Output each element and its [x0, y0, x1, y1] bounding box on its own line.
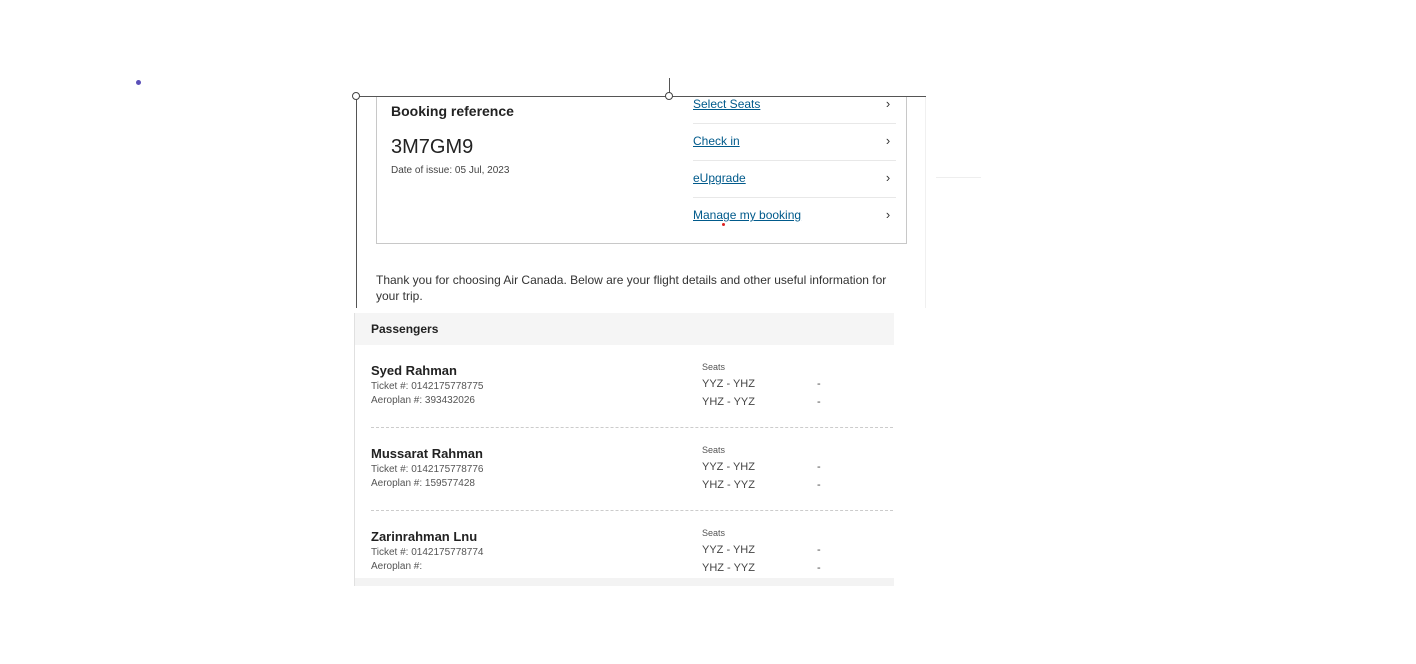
manage-my-booking-link[interactable]: Manage my booking [693, 208, 801, 222]
passengers-header: Passengers [355, 313, 894, 345]
passenger-row: Syed Rahman Ticket #: 0142175778775 Aero… [355, 345, 894, 428]
select-seats-link[interactable]: Select Seats [693, 97, 760, 111]
chevron-right-icon: › [885, 207, 891, 222]
seat-value: - [817, 378, 821, 390]
passenger-name: Zarinrahman Lnu [371, 529, 478, 544]
seat-value: - [817, 479, 821, 491]
booking-links: Select Seats › Check in › eUpgrade › Man… [693, 96, 896, 234]
seats-label: Seats [702, 528, 726, 538]
booking-screenshot: Booking reference 3M7GM9 Date of issue: … [356, 96, 926, 308]
check-in-link[interactable]: Check in [693, 134, 740, 148]
resize-handle-top-left[interactable] [352, 92, 360, 100]
route: YYZ - YHZ [702, 461, 755, 473]
booking-reference-label: Booking reference [391, 103, 514, 119]
intro-text: Thank you for choosing Air Canada. Below… [376, 273, 887, 303]
seat-value: - [817, 396, 821, 408]
route: YHZ - YYZ [702, 479, 755, 491]
route: YYZ - YHZ [702, 378, 755, 390]
route: YHZ - YYZ [702, 396, 755, 408]
link-row-check-in[interactable]: Check in › [693, 124, 896, 161]
booking-code: 3M7GM9 [391, 136, 474, 158]
seat-value: - [817, 544, 821, 556]
passenger-name: Mussarat Rahman [371, 446, 483, 461]
link-row-eupgrade[interactable]: eUpgrade › [693, 161, 896, 198]
link-row-select-seats[interactable]: Select Seats › [693, 96, 896, 124]
resize-handle-top-center[interactable] [665, 92, 673, 100]
aeroplan-number: Aeroplan #: 159577428 [371, 478, 475, 489]
seat-value: - [817, 562, 821, 574]
seats-label: Seats [702, 362, 726, 372]
passengers-screenshot: Passengers Syed Rahman Ticket #: 0142175… [354, 313, 894, 586]
link-row-manage-booking[interactable]: Manage my booking › [693, 198, 896, 234]
ticket-number: Ticket #: 0142175778775 [371, 381, 484, 392]
aeroplan-number: Aeroplan #: [371, 561, 423, 572]
chevron-right-icon: › [885, 170, 891, 185]
cursor-marker [722, 223, 725, 226]
passengers-title: Passengers [371, 322, 439, 336]
eupgrade-link[interactable]: eUpgrade [693, 171, 746, 185]
ticket-number: Ticket #: 0142175778774 [371, 547, 484, 558]
cursor-dot [136, 80, 141, 85]
chevron-right-icon: › [885, 133, 891, 148]
crop-bottom-edge [355, 578, 894, 586]
booking-reference-box: Booking reference 3M7GM9 Date of issue: … [376, 96, 907, 244]
route: YHZ - YYZ [702, 562, 755, 574]
crop-edge [925, 96, 926, 308]
route: YYZ - YHZ [702, 544, 755, 556]
chevron-right-icon: › [885, 96, 891, 111]
aeroplan-number: Aeroplan #: 393432026 [371, 395, 475, 406]
passenger-row: Zarinrahman Lnu Ticket #: 0142175778774 … [355, 511, 894, 586]
passenger-name: Syed Rahman [371, 363, 457, 378]
divider [936, 177, 981, 178]
seat-value: - [817, 461, 821, 473]
date-of-issue: Date of issue: 05 Jul, 2023 [391, 165, 510, 176]
seats-label: Seats [702, 445, 726, 455]
ticket-number: Ticket #: 0142175778776 [371, 464, 484, 475]
selection-border [356, 96, 926, 97]
passenger-row: Mussarat Rahman Ticket #: 0142175778776 … [355, 428, 894, 511]
